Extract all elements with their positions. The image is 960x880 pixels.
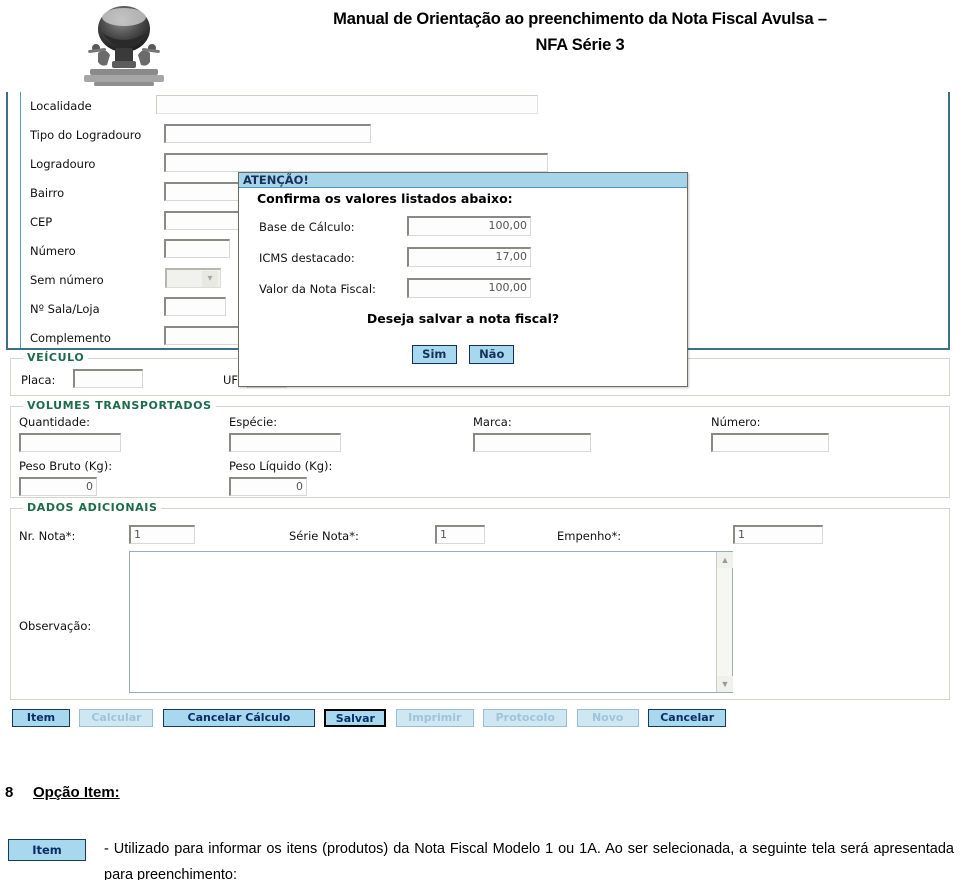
label-cep: CEP [30, 215, 53, 229]
label-placa: Placa: [21, 373, 56, 387]
label-quantidade: Quantidade: [19, 415, 90, 429]
label-logradouro: Logradouro [30, 157, 96, 171]
fieldset-dados-adicionais: DADOS ADICIONAIS Nr. Nota*: 1 Série Nota… [10, 501, 950, 700]
section-number: 8 [5, 784, 14, 801]
label-tipo-logradouro: Tipo do Logradouro [30, 128, 142, 142]
label-num-sala-loja: Nº Sala/Loja [30, 302, 100, 316]
input-nr-nota[interactable]: 1 [129, 525, 195, 544]
input-localidade[interactable] [156, 95, 538, 114]
page-root: Manual de Orientação ao preenchimento da… [0, 0, 960, 880]
application-screenshot: Localidade Tipo do Logradouro Logradouro… [0, 92, 960, 752]
label-numero: Número [30, 244, 76, 258]
button-calcular: Calcular [79, 709, 154, 727]
label-peso-bruto: Peso Bruto (Kg): [19, 459, 113, 473]
input-logradouro[interactable] [164, 153, 548, 172]
dialog-actions: Sim Não [239, 345, 687, 364]
label-base-calculo: Base de Cálculo: [259, 220, 355, 234]
input-tipo-logradouro[interactable] [164, 124, 371, 143]
input-especie[interactable] [229, 433, 341, 452]
label-observacao: Observação: [19, 619, 92, 633]
form-toolbar: Item Calcular Cancelar Cálculo Salvar Im… [12, 709, 731, 727]
chevron-down-icon[interactable]: ▼ [717, 676, 733, 692]
button-cancelar[interactable]: Cancelar [648, 709, 727, 727]
confirmation-dialog: ATENÇÃO! Confirma os valores listados ab… [238, 172, 688, 387]
page-title: Manual de Orientação ao preenchimento da… [250, 6, 910, 58]
label-sem-numero: Sem número [30, 273, 104, 287]
label-especie: Espécie: [229, 415, 278, 429]
input-num-sala-loja[interactable] [164, 297, 226, 316]
input-icms-destacado[interactable]: 17,00 [407, 247, 531, 267]
label-empenho: Empenho*: [557, 529, 622, 543]
button-sim[interactable]: Sim [411, 345, 457, 364]
input-numero-volume[interactable] [711, 433, 829, 452]
input-valor-nota-fiscal[interactable]: 100,00 [407, 278, 531, 298]
select-sem-numero[interactable]: ▾ [165, 268, 221, 288]
input-base-calculo[interactable]: 100,00 [407, 216, 531, 236]
dialog-heading: Confirma os valores listados abaixo: [257, 191, 513, 206]
input-peso-bruto[interactable]: 0 [19, 477, 97, 496]
input-empenho[interactable]: 1 [733, 525, 823, 544]
label-valor-nota-fiscal: Valor da Nota Fiscal: [259, 282, 376, 296]
dialog-titlebar: ATENÇÃO! [239, 173, 687, 188]
section-paragraph: - Utilizado para informar os itens (prod… [104, 841, 954, 880]
button-item[interactable]: Item [12, 709, 70, 727]
label-marca: Marca: [473, 415, 512, 429]
button-protocolo: Protocolo [483, 709, 568, 727]
dialog-title: ATENÇÃO! [243, 173, 309, 187]
textarea-observacao[interactable]: ▲ ▼ [129, 551, 733, 693]
fieldset-volumes-transportados: VOLUMES TRANSPORTADOS Quantidade: Espéci… [10, 399, 950, 498]
page-title-line-2: NFA Série 3 [535, 36, 625, 54]
label-icms-destacado: ICMS destacado: [259, 251, 355, 265]
label-peso-liquido: Peso Líquido (Kg): [229, 459, 333, 473]
button-nao[interactable]: Não [469, 345, 515, 364]
legend-dados-adicionais: DADOS ADICIONAIS [23, 501, 162, 514]
label-complemento: Complemento [30, 331, 111, 345]
document-header: Manual de Orientação ao preenchimento da… [0, 0, 960, 92]
label-bairro: Bairro [30, 186, 65, 200]
input-numero[interactable] [164, 239, 230, 258]
label-serie-nota: Série Nota*: [289, 529, 359, 543]
legend-volumes-transportados: VOLUMES TRANSPORTADOS [23, 399, 216, 412]
legend-veiculo: VEÍCULO [23, 351, 89, 364]
label-localidade: Localidade [30, 99, 92, 113]
section-title: Opção Item: [33, 784, 120, 801]
chevron-down-icon: ▾ [202, 271, 218, 287]
button-cancelar-calculo[interactable]: Cancelar Cálculo [162, 709, 315, 727]
input-serie-nota[interactable]: 1 [435, 525, 485, 544]
balloon-emblem-icon [68, 3, 180, 89]
input-peso-liquido[interactable]: 0 [229, 477, 307, 496]
button-novo: Novo [576, 709, 639, 727]
panel-accent-line [20, 92, 21, 348]
chevron-up-icon[interactable]: ▲ [717, 552, 733, 568]
button-imprimir: Imprimir [395, 709, 474, 727]
input-marca[interactable] [473, 433, 591, 452]
item-button-illustration[interactable]: Item [8, 839, 86, 861]
input-quantidade[interactable] [19, 433, 121, 452]
button-salvar[interactable]: Salvar [324, 709, 387, 727]
label-numero-volume: Número: [711, 415, 761, 429]
label-nr-nota: Nr. Nota*: [19, 529, 76, 543]
dialog-question: Deseja salvar a nota fiscal? [366, 311, 560, 326]
input-placa[interactable] [73, 369, 143, 388]
page-title-line-1: Manual de Orientação ao preenchimento da… [333, 10, 827, 28]
scrollbar-observacao[interactable]: ▲ ▼ [716, 552, 733, 692]
